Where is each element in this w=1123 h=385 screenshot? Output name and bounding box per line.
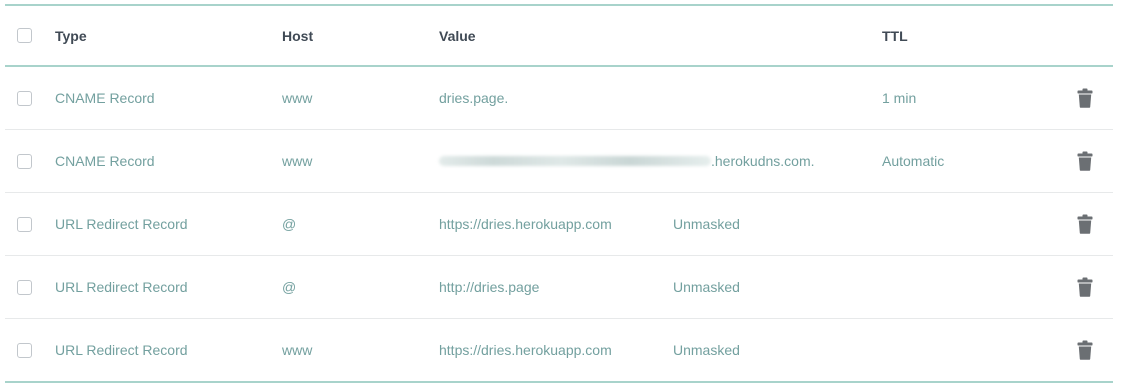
delete-cell	[1074, 319, 1096, 381]
table-row: CNAME Record www dries.page. 1 min	[5, 67, 1113, 130]
table-row: URL Redirect Record @ http://dries.page …	[5, 256, 1113, 319]
record-ttl: 1 min	[882, 90, 917, 106]
trash-icon[interactable]	[1077, 214, 1093, 234]
record-value-text: dries.page.	[439, 90, 509, 106]
record-host: www	[282, 342, 313, 358]
record-redirect-mode: Unmasked	[673, 342, 740, 358]
row-checkbox-cell	[17, 130, 37, 192]
column-header-host[interactable]: Host	[282, 6, 313, 65]
select-all-checkbox[interactable]	[17, 28, 32, 43]
record-value-text: https://dries.herokuapp.com	[439, 216, 612, 232]
record-value-text: .herokudns.com.	[711, 153, 815, 169]
table-row: URL Redirect Record www https://dries.he…	[5, 319, 1113, 381]
record-ttl: Automatic	[882, 153, 945, 169]
record-value-text: http://dries.page	[439, 279, 540, 295]
record-value: .herokudns.com.	[439, 130, 815, 192]
record-redirect-mode: Unmasked	[673, 279, 740, 295]
row-checkbox-cell	[17, 256, 37, 318]
table-row: CNAME Record www .herokudns.com. Automat…	[5, 130, 1113, 193]
row-checkbox[interactable]	[17, 342, 32, 358]
trash-icon[interactable]	[1077, 151, 1093, 171]
delete-cell	[1074, 256, 1096, 318]
record-type: URL Redirect Record	[55, 342, 188, 358]
record-host: @	[282, 279, 297, 295]
column-header-value[interactable]: Value	[439, 6, 476, 65]
delete-cell	[1074, 193, 1096, 255]
header-checkbox-cell	[17, 6, 37, 65]
delete-cell	[1074, 130, 1096, 192]
record-type: URL Redirect Record	[55, 216, 188, 232]
record-type: CNAME Record	[55, 153, 155, 169]
record-type: URL Redirect Record	[55, 279, 188, 295]
delete-cell	[1074, 67, 1096, 129]
dns-records-table: Type Host Value TTL CNAME Record www dri…	[5, 4, 1113, 383]
trash-icon[interactable]	[1077, 277, 1093, 297]
redacted-value-blur	[439, 156, 711, 166]
row-checkbox[interactable]	[17, 279, 32, 295]
record-value: http://dries.page	[439, 256, 539, 318]
trash-icon[interactable]	[1077, 340, 1093, 360]
column-header-type[interactable]: Type	[55, 6, 87, 65]
row-checkbox[interactable]	[17, 153, 32, 169]
row-checkbox[interactable]	[17, 90, 32, 106]
record-type: CNAME Record	[55, 90, 155, 106]
record-host: @	[282, 216, 297, 232]
column-header-ttl[interactable]: TTL	[882, 6, 908, 65]
record-value: https://dries.herokuapp.com	[439, 193, 612, 255]
row-checkbox-cell	[17, 193, 37, 255]
record-value: dries.page.	[439, 67, 508, 129]
row-checkbox-cell	[17, 319, 37, 381]
record-value: https://dries.herokuapp.com	[439, 319, 612, 381]
row-checkbox[interactable]	[17, 216, 32, 232]
record-host: www	[282, 153, 313, 169]
row-checkbox-cell	[17, 67, 37, 129]
record-redirect-mode: Unmasked	[673, 216, 740, 232]
table-row: URL Redirect Record @ https://dries.hero…	[5, 193, 1113, 256]
trash-icon[interactable]	[1077, 88, 1093, 108]
record-host: www	[282, 90, 313, 106]
table-header: Type Host Value TTL	[5, 6, 1113, 67]
record-value-text: https://dries.herokuapp.com	[439, 342, 612, 358]
